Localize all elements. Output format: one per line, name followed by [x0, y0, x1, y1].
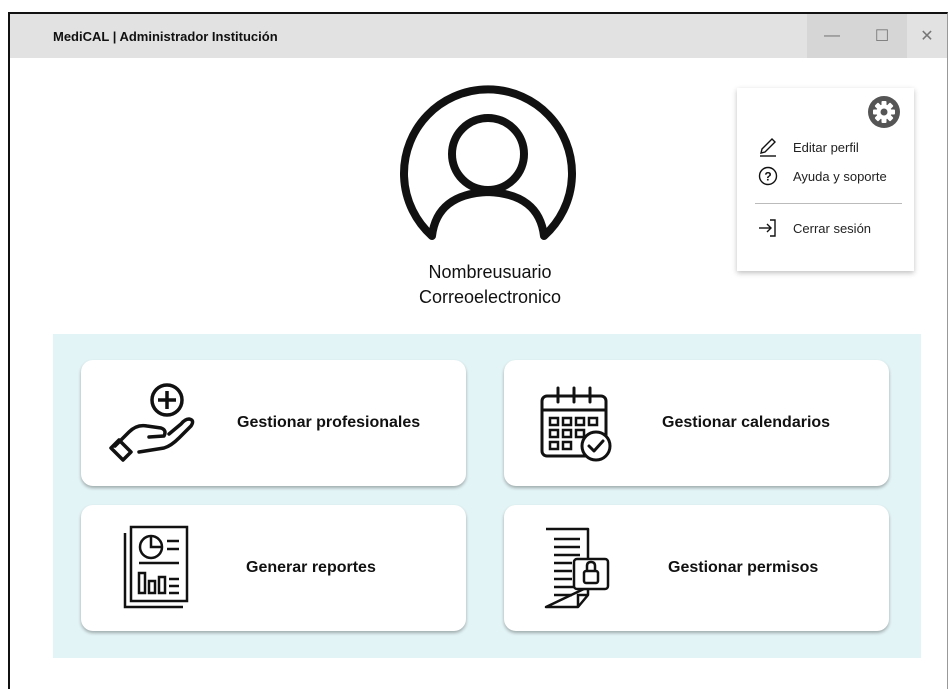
logout-icon	[757, 217, 779, 239]
tile-manage-professionals[interactable]: Gestionar profesionales	[81, 360, 466, 486]
user-circle-icon	[400, 85, 576, 240]
pencil-icon	[757, 136, 779, 158]
svg-text:?: ?	[764, 170, 771, 184]
tile-label: Gestionar permisos	[668, 559, 819, 576]
hand-plus-icon	[109, 383, 195, 462]
tile-label: Gestionar profesionales	[237, 414, 421, 431]
report-chart-icon	[123, 525, 189, 609]
help-circle-icon: ?	[757, 165, 779, 187]
window-controls: — ☐ ✕	[807, 14, 947, 58]
tile-label: Gestionar calendarios	[662, 414, 831, 431]
menu-item-edit-profile[interactable]: Editar perfil	[757, 136, 859, 158]
settings-menu: Editar perfil ? Ayuda y soporte Cerrar s…	[737, 88, 914, 271]
profile-email: Correoelectronico	[418, 287, 562, 307]
menu-divider	[755, 203, 902, 204]
tile-manage-permissions[interactable]: Gestionar permisos	[504, 505, 889, 631]
maximize-button[interactable]: ☐	[857, 14, 907, 58]
title-bar: MediCAL | Administrador Institución — ☐ …	[10, 14, 947, 58]
menu-item-label: Ayuda y soporte	[793, 168, 887, 184]
menu-item-logout[interactable]: Cerrar sesión	[757, 217, 871, 239]
app-window: MediCAL | Administrador Institución — ☐ …	[8, 12, 948, 689]
tile-label: Generar reportes	[246, 559, 376, 576]
calendar-check-icon	[540, 386, 612, 462]
menu-item-label: Editar perfil	[793, 139, 859, 155]
document-lock-icon	[544, 527, 610, 609]
tile-manage-calendars[interactable]: Gestionar calendarios	[504, 360, 889, 486]
tile-generate-reports[interactable]: Generar reportes	[81, 505, 466, 631]
gear-icon[interactable]	[867, 95, 901, 129]
close-button[interactable]: ✕	[907, 14, 947, 58]
menu-item-help[interactable]: ? Ayuda y soporte	[757, 165, 887, 187]
menu-item-label: Cerrar sesión	[793, 220, 872, 236]
minimize-button[interactable]: —	[807, 14, 857, 58]
profile-username: Nombreusuario	[428, 262, 552, 282]
actions-panel: Gestionar profesionales Gestionar calend…	[53, 334, 921, 658]
window-title: MediCAL | Administrador Institución	[53, 28, 278, 44]
